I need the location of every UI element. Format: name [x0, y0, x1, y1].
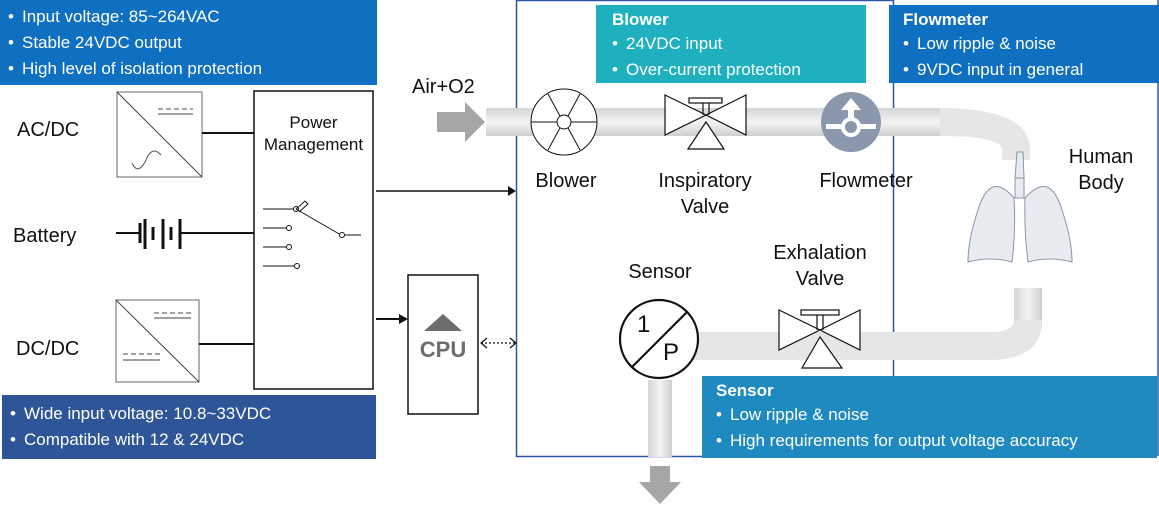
- exhaust-arrow: [639, 466, 681, 504]
- dcdc-label: DC/DC: [16, 338, 80, 360]
- callout-item: Low ripple & noise: [903, 31, 1159, 57]
- exhaust-pipe: [648, 380, 672, 457]
- inspiratory-line1: Inspiratory: [658, 170, 752, 192]
- callout-item: Low ripple & noise: [716, 402, 1157, 428]
- battery-label: Battery: [13, 225, 77, 247]
- exhalation-line1: Exhalation: [773, 242, 867, 264]
- power-management-label: Power Management: [254, 112, 373, 156]
- blower-label: Blower: [535, 170, 597, 192]
- callout-item: High requirements for output voltage acc…: [716, 428, 1157, 454]
- flowmeter-label: Flowmeter: [819, 170, 913, 192]
- flowmeter-icon: [821, 92, 881, 152]
- air-o2-label: Air+O2: [412, 76, 475, 98]
- flowmeter-callout: Flowmeter Low ripple & noise 9VDC input …: [889, 5, 1159, 83]
- sensor-label: Sensor: [628, 261, 692, 283]
- blower-icon: [530, 88, 598, 156]
- pressure-sensor-icon: [618, 298, 700, 380]
- pipe-elbow-bottom: [690, 320, 1042, 360]
- exhalation-valve-label: Exhalation Valve: [760, 240, 880, 292]
- air-inlet-arrow: [437, 102, 485, 142]
- power-management-line1: Power: [289, 113, 338, 132]
- cpu-label: CPU: [419, 337, 467, 362]
- exhalation-line2: Valve: [795, 268, 845, 290]
- inspiratory-line2: Valve: [680, 196, 730, 218]
- callout-item: 9VDC input in general: [903, 57, 1159, 83]
- callout-item: Compatible with 12 & 24VDC: [10, 427, 376, 453]
- human-line2: Body: [1078, 172, 1124, 194]
- callout-item: Stable 24VDC output: [8, 30, 377, 56]
- sensor-callout: Sensor Low ripple & noise High requireme…: [702, 376, 1157, 458]
- inspiratory-valve-icon: [664, 94, 747, 150]
- callout-item: 24VDC input: [612, 31, 866, 57]
- callout-title: Flowmeter: [903, 10, 989, 29]
- blower-callout: Blower 24VDC input Over-current protecti…: [596, 5, 866, 83]
- human-body-label: Human Body: [1056, 144, 1146, 196]
- callout-item: Wide input voltage: 10.8~33VDC: [10, 401, 376, 427]
- sensor-numerator: 1: [637, 311, 651, 338]
- acdc-converter-symbol: [116, 91, 203, 178]
- acdc-callout: Input voltage: 85~264VAC Stable 24VDC ou…: [0, 0, 377, 85]
- sensor-denominator: P: [663, 339, 680, 366]
- callout-title: Blower: [612, 10, 669, 29]
- dcdc-callout: Wide input voltage: 10.8~33VDC Compatibl…: [2, 395, 376, 459]
- power-management-line2: Management: [263, 135, 364, 154]
- callout-item: High level of isolation protection: [8, 56, 377, 82]
- callout-title: Sensor: [716, 381, 774, 400]
- acdc-label: AC/DC: [17, 119, 80, 141]
- inspiratory-valve-label: Inspiratory Valve: [640, 168, 770, 220]
- callout-item: Input voltage: 85~264VAC: [8, 4, 377, 30]
- dcdc-converter-symbol: [115, 299, 200, 383]
- battery-symbol: [116, 219, 200, 249]
- human-line1: Human: [1068, 146, 1134, 168]
- callout-item: Over-current protection: [612, 57, 866, 83]
